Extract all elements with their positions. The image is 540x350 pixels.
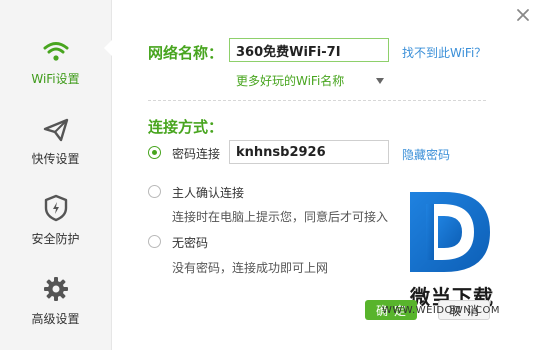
gear-icon	[43, 268, 69, 302]
chevron-down-icon[interactable]	[376, 78, 384, 84]
sidebar-item-transfer-settings[interactable]: 快传设置	[0, 108, 111, 188]
close-icon	[517, 9, 529, 21]
sidebar-item-label: 高级设置	[31, 312, 80, 326]
watermark-url: WWW.WEIDOWN.COM	[382, 305, 500, 316]
wifi-not-found-link[interactable]: 找不到此WiFi？	[402, 44, 486, 61]
sidebar-item-advanced-settings[interactable]: 高级设置	[0, 268, 111, 348]
owner-confirm-radio[interactable]	[148, 185, 161, 198]
more-wifi-names-dropdown[interactable]: 更多好玩的WiFi名称	[236, 72, 344, 89]
sidebar-item-security[interactable]: 安全防护	[0, 188, 111, 268]
close-button[interactable]	[512, 4, 534, 26]
sidebar-item-label: 快传设置	[31, 152, 80, 166]
sidebar-item-wifi-settings[interactable]: WiFi设置	[0, 28, 111, 108]
ssid-input[interactable]	[229, 38, 389, 62]
no-password-radio[interactable]	[148, 235, 161, 248]
sidebar-item-label: WiFi设置	[31, 72, 80, 86]
sidebar: WiFi设置 快传设置 安全防护 高级设置	[0, 0, 112, 350]
shield-icon	[44, 188, 68, 222]
active-tab-pointer	[104, 40, 112, 56]
wifi-icon	[43, 28, 69, 62]
network-name-label: 网络名称：	[148, 44, 224, 62]
paper-plane-icon	[43, 108, 69, 142]
divider	[148, 100, 486, 101]
hide-password-link[interactable]: 隐藏密码	[402, 146, 450, 163]
no-password-description: 没有密码，连接成功即可上网	[172, 261, 329, 275]
password-connect-label: 密码连接	[172, 147, 221, 161]
owner-confirm-label: 主人确认连接	[172, 186, 245, 200]
password-connect-radio[interactable]	[148, 146, 161, 159]
sidebar-item-label: 安全防护	[31, 232, 80, 246]
watermark-logo	[404, 186, 496, 278]
no-password-label: 无密码	[172, 236, 209, 250]
connection-method-label: 连接方式：	[148, 118, 224, 136]
password-input[interactable]	[229, 140, 389, 164]
owner-confirm-description: 连接时在电脑上提示您，同意后才可接入	[172, 210, 389, 224]
